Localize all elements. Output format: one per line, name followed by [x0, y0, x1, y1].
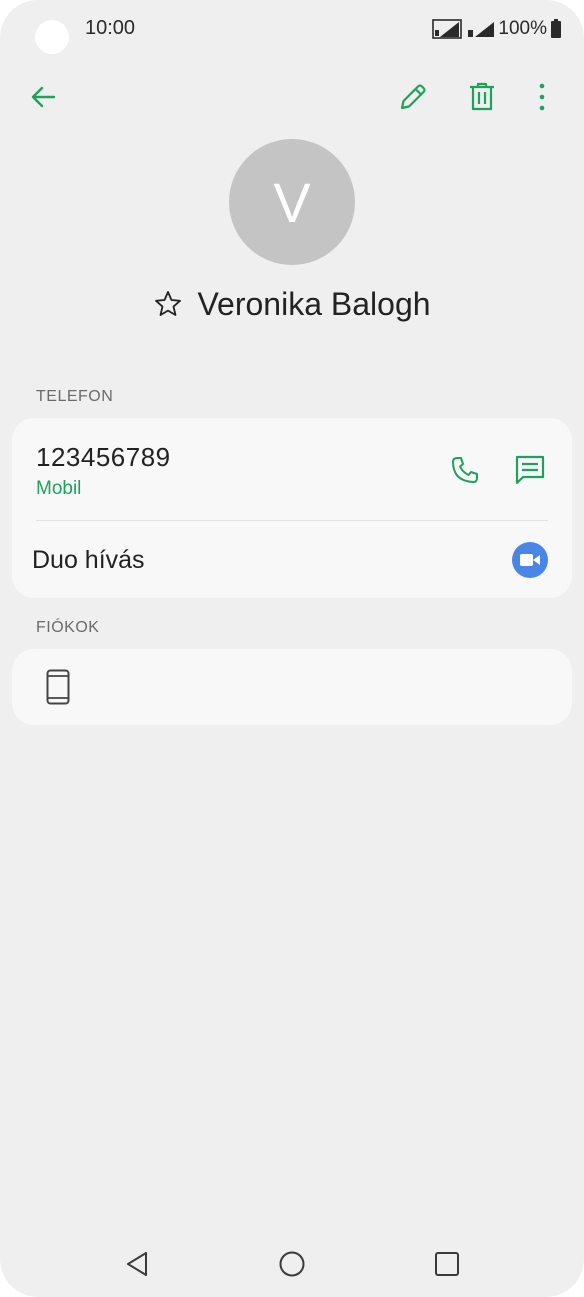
delete-button[interactable]	[458, 73, 506, 121]
phone-number[interactable]: 123456789	[36, 442, 171, 473]
pencil-icon	[400, 84, 426, 110]
battery-icon	[550, 19, 562, 39]
trash-icon	[470, 82, 494, 111]
nav-back-icon	[127, 1252, 147, 1276]
duo-call-label[interactable]: Duo hívás	[32, 546, 145, 575]
avatar: V	[229, 139, 355, 265]
sim2-signal-icon	[465, 19, 495, 39]
phone-type-label: Mobil	[36, 478, 82, 499]
accounts-card[interactable]	[12, 649, 572, 725]
section-label-phone: TELEFON	[36, 388, 114, 405]
message-icon	[515, 455, 545, 485]
divider	[36, 520, 548, 521]
call-button[interactable]	[441, 446, 489, 494]
nav-recents-button[interactable]	[423, 1240, 471, 1288]
sim1-signal-icon	[432, 19, 463, 39]
more-vert-icon	[539, 83, 545, 111]
more-options-button[interactable]	[518, 73, 566, 121]
phone-icon	[452, 457, 478, 483]
contact-header: Veronika Balogh	[0, 280, 584, 328]
edit-button[interactable]	[389, 73, 437, 121]
back-button[interactable]	[19, 73, 67, 121]
status-icons: 100%	[432, 17, 562, 41]
camera-cutout	[35, 20, 69, 54]
nav-back-button[interactable]	[113, 1240, 161, 1288]
battery-percent: 100%	[498, 18, 547, 39]
phone-device-icon	[46, 669, 70, 710]
favorite-star-icon[interactable]	[153, 289, 183, 319]
message-button[interactable]	[506, 446, 554, 494]
arrow-left-icon	[31, 86, 56, 108]
status-bar: 10:00 100%	[0, 0, 584, 60]
status-time: 10:00	[85, 17, 136, 39]
nav-recents-icon	[435, 1252, 459, 1276]
nav-home-button[interactable]	[268, 1240, 316, 1288]
section-label-accounts: FIÓKOK	[36, 619, 100, 636]
avatar-initial: V	[273, 170, 311, 234]
nav-home-icon	[279, 1251, 305, 1277]
contact-name: Veronika Balogh	[197, 285, 431, 322]
phone-card: 123456789 Mobil Duo hívás	[12, 418, 572, 598]
duo-video-icon[interactable]	[512, 542, 548, 578]
screen: 10:00 100% V Veronika Balogh TELEFON 123…	[0, 0, 584, 1297]
